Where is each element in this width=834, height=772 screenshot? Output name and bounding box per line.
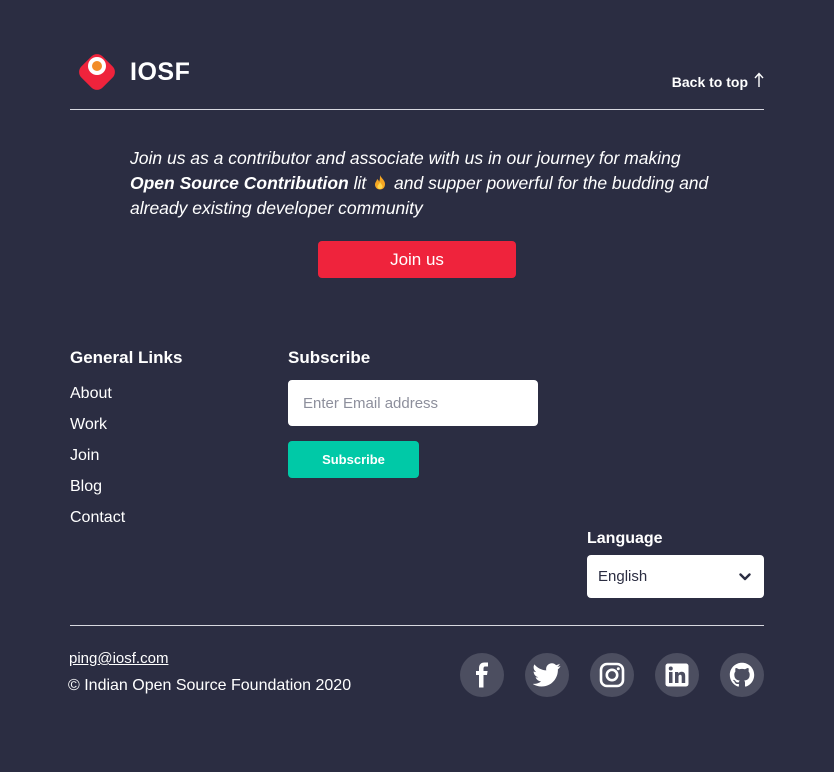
subscribe-button[interactable]: Subscribe — [288, 441, 419, 478]
language-selected-value: English — [598, 568, 648, 585]
copyright-text: © Indian Open Source Foundation 2020 — [68, 677, 352, 694]
link-work[interactable]: Work — [70, 409, 182, 440]
linkedin-icon[interactable] — [655, 653, 699, 697]
header-divider — [70, 109, 764, 110]
intro-bold: Open Source Contribution — [130, 173, 349, 193]
subscribe-title: Subscribe — [288, 348, 371, 367]
iosf-logo-icon — [73, 48, 121, 96]
github-icon[interactable] — [720, 653, 764, 697]
intro-line-start: Join us as a contributor and associate w… — [130, 148, 681, 168]
link-about[interactable]: About — [70, 378, 182, 409]
language-select[interactable]: English — [587, 555, 764, 598]
brand-name: IOSF — [130, 57, 191, 86]
language-section: Language English — [587, 530, 764, 598]
back-to-top-link[interactable]: Back to top — [672, 72, 764, 92]
link-blog[interactable]: Blog — [70, 471, 182, 502]
subscribe-section: Subscribe Subscribe — [288, 348, 538, 478]
social-links — [460, 653, 764, 697]
link-join[interactable]: Join — [70, 440, 182, 471]
contact-email-link[interactable]: ping@iosf.com — [69, 650, 168, 667]
fire-icon — [373, 172, 387, 190]
general-links-title: General Links — [70, 348, 183, 367]
link-contact[interactable]: Contact — [70, 502, 182, 533]
general-links-section: General Links About Work Join Blog Conta… — [70, 348, 182, 533]
instagram-icon[interactable] — [590, 653, 634, 697]
chevron-down-icon — [739, 568, 751, 585]
intro-text: Join us as a contributor and associate w… — [130, 146, 720, 221]
join-us-button[interactable]: Join us — [318, 241, 516, 278]
facebook-icon[interactable] — [460, 653, 504, 697]
intro-lit: lit — [353, 173, 367, 193]
footer-divider — [70, 625, 764, 626]
back-to-top-label: Back to top — [671, 74, 748, 90]
language-label: Language — [587, 530, 663, 547]
twitter-icon[interactable] — [525, 653, 569, 697]
email-input[interactable] — [288, 380, 538, 426]
logo[interactable]: IOSF — [73, 48, 190, 96]
arrow-up-icon — [754, 72, 764, 92]
